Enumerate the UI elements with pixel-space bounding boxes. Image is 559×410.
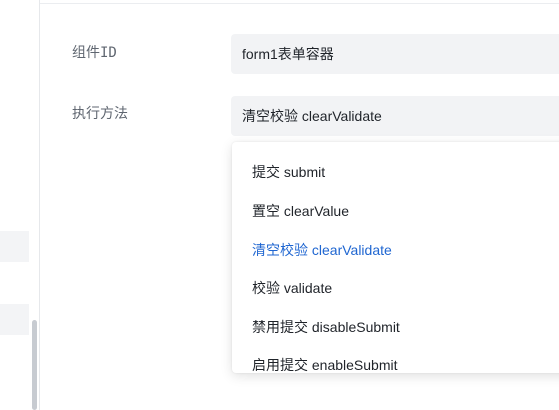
dropdown-option-enable-submit[interactable]: 启用提交 enableSubmit bbox=[252, 353, 398, 373]
dropdown-option-disable-submit[interactable]: 禁用提交 disableSubmit bbox=[252, 315, 400, 339]
sidebar-scrollbar[interactable] bbox=[32, 320, 37, 410]
method-select[interactable]: 清空校验 clearValidate bbox=[231, 96, 559, 136]
top-divider bbox=[40, 3, 559, 4]
sidebar-item[interactable] bbox=[0, 231, 29, 262]
component-id-input[interactable]: form1表单容器 bbox=[231, 34, 559, 74]
method-label: 执行方法 bbox=[72, 106, 128, 122]
dropdown-option-validate[interactable]: 校验 validate bbox=[252, 276, 332, 300]
sidebar-divider bbox=[39, 0, 40, 410]
page: 组件ID form1表单容器 执行方法 清空校验 clearValidate 提… bbox=[0, 0, 559, 410]
dropdown-option-clear-validate[interactable]: 清空校验 clearValidate bbox=[252, 238, 392, 262]
left-sidebar bbox=[0, 0, 39, 410]
component-id-label: 组件ID bbox=[72, 45, 117, 61]
dropdown-option-submit[interactable]: 提交 submit bbox=[252, 160, 325, 184]
method-dropdown-menu: 提交 submit 置空 clearValue 清空校验 clearValida… bbox=[232, 142, 559, 373]
dropdown-option-clear-value[interactable]: 置空 clearValue bbox=[252, 199, 349, 223]
sidebar-item[interactable] bbox=[0, 304, 29, 335]
